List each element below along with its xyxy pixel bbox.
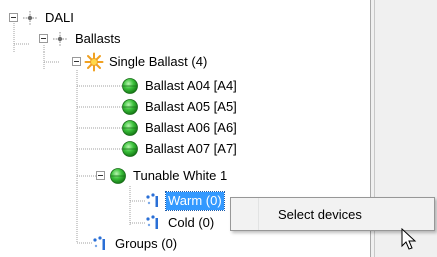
tunable-white-expander[interactable] [96,171,105,180]
tree-node-label: Ballasts [75,31,121,46]
green-ball-icon [108,166,128,186]
light-burst-icon [84,52,104,72]
tree-node-label: Ballast A04 [A4] [145,78,237,93]
tree-node-label: Groups (0) [115,236,178,251]
group-icon [143,213,163,233]
tree-node-ballast-a04[interactable]: Ballast A04 [A4] [120,76,239,96]
mouse-cursor-icon [401,228,417,250]
tree-node-label: Ballast A05 [A5] [145,99,237,114]
tree-node-dali[interactable]: DALI [20,8,76,28]
tree-node-label: Single Ballast (4) [109,54,208,69]
green-ball-icon [120,76,140,96]
context-menu: Select devices [230,197,435,231]
tree-node-cold[interactable]: Cold (0) [143,213,216,233]
tree-node-ballast-a06[interactable]: Ballast A06 [A6] [120,118,239,138]
ballasts-expander[interactable] [39,34,48,43]
tree-node-ballast-a07[interactable]: Ballast A07 [A7] [120,139,239,159]
tree-node-ballasts[interactable]: Ballasts [50,29,123,49]
context-menu-icon-column [231,198,259,230]
green-ball-icon [120,139,140,159]
group-icon [90,234,110,254]
tree-node-label: Ballast A07 [A7] [145,141,237,156]
tree-node-label: Cold (0) [168,215,215,230]
tree-node-label: Tunable White 1 [133,168,228,183]
tree-node-ballast-a05[interactable]: Ballast A05 [A5] [120,97,239,117]
tree-node-tunable-white[interactable]: Tunable White 1 [108,166,229,186]
tree-node-warm[interactable]: Warm (0) [143,191,225,211]
green-ball-icon [120,97,140,117]
group-icon [143,191,163,211]
tree-node-groups[interactable]: Groups (0) [90,234,179,254]
green-ball-icon [120,118,140,138]
network-icon [50,29,70,49]
tree-node-label: Warm (0) [165,191,225,211]
dali-expander[interactable] [9,13,18,22]
tree-node-label: DALI [45,10,74,25]
single-ballast-expander[interactable] [72,57,81,66]
network-icon [20,8,40,28]
tree-node-label: Ballast A06 [A6] [145,120,237,135]
tree-node-single-ballast[interactable]: Single Ballast (4) [84,52,209,72]
context-menu-item-select-devices[interactable]: Select devices [258,198,434,230]
